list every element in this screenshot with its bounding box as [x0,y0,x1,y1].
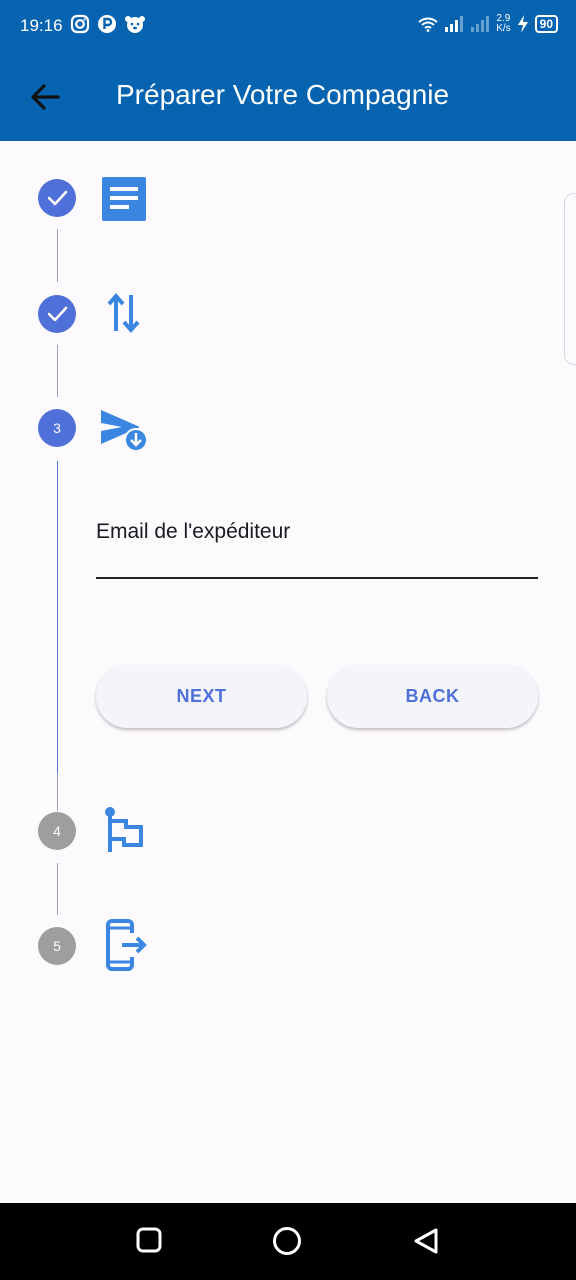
step-1-indicator[interactable] [38,179,76,217]
step-4-indicator[interactable]: 4 [38,812,76,850]
step-connector [57,863,58,915]
step-connector [57,773,58,811]
stepper: 3 Email de l'expéditeur NEXT BACK 4 5 [0,141,576,1203]
page-title: Préparer Votre Compagnie [116,79,450,110]
check-icon [47,306,68,322]
flag-icon[interactable] [104,806,146,854]
app-bar: Préparer Votre Compagnie [0,52,576,141]
next-button[interactable]: NEXT [96,665,307,728]
step-5-indicator[interactable]: 5 [38,927,76,965]
step-connector-active [57,461,58,773]
battery-level: 90 [534,15,558,33]
step-connector [57,229,58,282]
status-left-icons [70,14,146,34]
status-bar: 19:16 2.9 K/s 90 [0,0,576,52]
back-arrow-icon[interactable] [28,80,62,114]
step-4-number: 4 [53,823,61,839]
step-5-number: 5 [53,938,61,954]
home-circle-icon[interactable] [272,1226,302,1256]
status-time: 19:16 [20,16,63,35]
instagram-icon [70,14,90,34]
email-field[interactable] [96,541,538,575]
signal-icon [471,16,490,32]
recents-square-icon[interactable] [136,1227,162,1253]
status-right-icons: 2.9 K/s 90 [418,14,558,34]
side-panel-handle[interactable] [564,193,576,365]
step-3-number: 3 [53,420,61,436]
send-download-icon[interactable] [100,409,150,453]
wifi-icon [418,17,438,32]
exit-device-icon[interactable] [104,919,150,973]
step-3-indicator[interactable]: 3 [38,409,76,447]
step-connector [57,345,58,397]
system-nav-bar [0,1203,576,1280]
net-speed: 2.9 K/s [496,14,510,34]
document-icon[interactable] [102,177,146,221]
email-field-underline [96,577,538,579]
check-icon [47,190,68,206]
net-speed-unit: K/s [496,23,511,34]
dog-app-icon [125,16,145,33]
p-app-icon [98,15,116,33]
step-2-indicator[interactable] [38,295,76,333]
swap-vertical-icon[interactable] [106,291,142,335]
charging-icon [517,15,528,33]
back-button[interactable]: BACK [327,665,538,728]
signal-icon [445,16,464,32]
back-triangle-icon[interactable] [412,1227,440,1255]
